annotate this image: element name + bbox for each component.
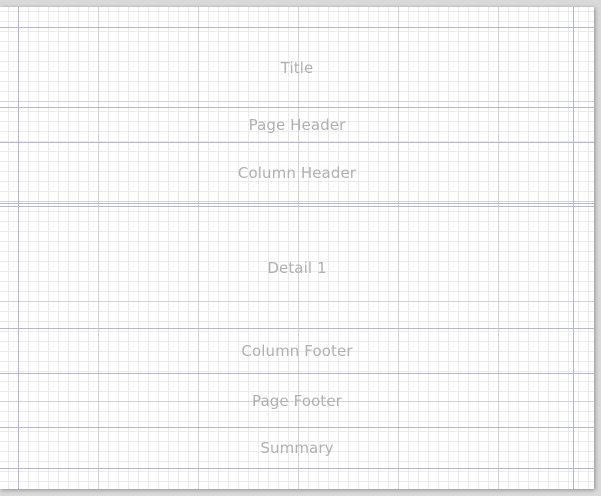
column-footer-band-label: Column Footer: [241, 342, 353, 360]
summary-band-label: Summary: [260, 439, 334, 457]
summary-band-divider[interactable]: [0, 468, 594, 469]
page-footer-band[interactable]: Page Footer: [0, 374, 594, 427]
title-band-label: Title: [280, 58, 314, 77]
page-footer-band-label: Page Footer: [252, 391, 342, 410]
column-header-band-divider[interactable]: [0, 203, 594, 204]
detail-1-band[interactable]: Detail 1: [0, 207, 594, 328]
report-design-canvas[interactable]: Title Page Header Column Header Detail 1…: [0, 7, 594, 489]
column-header-band-label: Column Header: [237, 164, 357, 182]
detail-1-band-label: Detail 1: [267, 258, 327, 277]
page-header-band-label: Page Header: [248, 116, 346, 134]
column-header-band[interactable]: Column Header: [0, 143, 594, 203]
column-footer-band[interactable]: Column Footer: [0, 329, 594, 373]
page-header-band[interactable]: Page Header: [0, 108, 594, 142]
summary-band[interactable]: Summary: [0, 428, 594, 468]
title-band[interactable]: Title: [0, 28, 594, 107]
